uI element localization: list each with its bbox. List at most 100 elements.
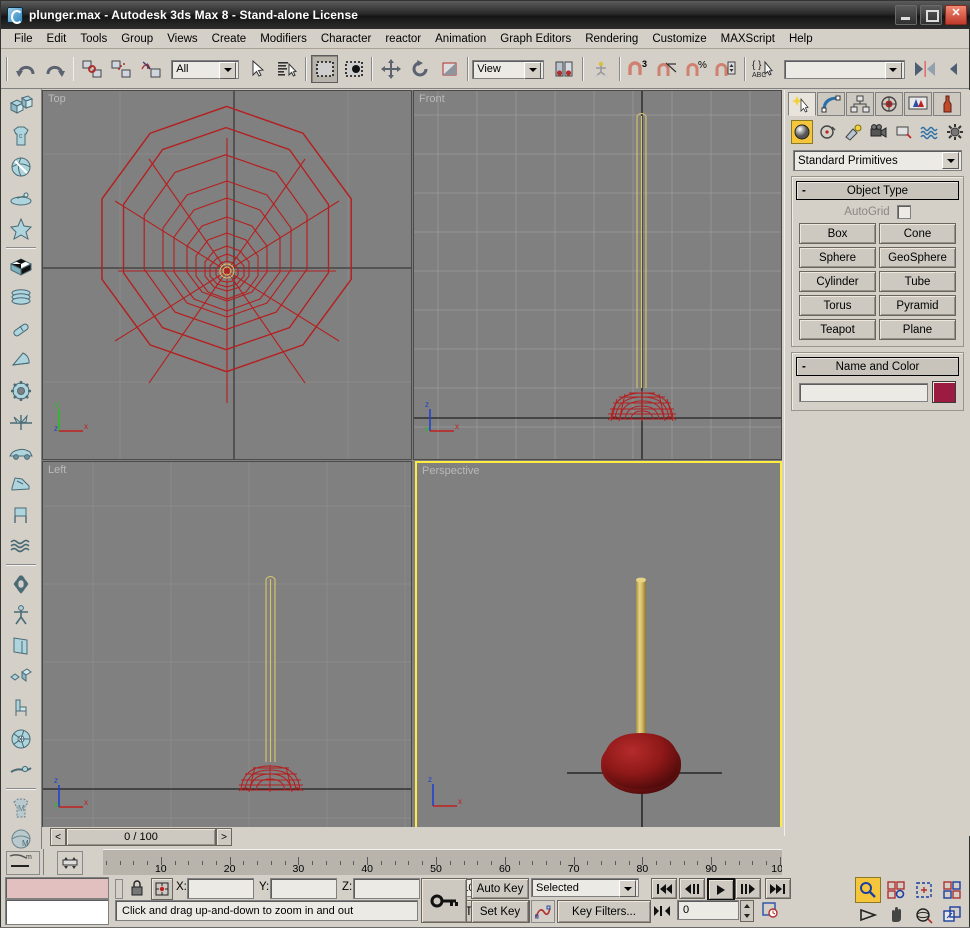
shapes-icon-button[interactable] xyxy=(7,531,35,561)
particle-systems-icon-button[interactable] xyxy=(7,183,35,213)
utilities-tab-icon[interactable] xyxy=(933,92,961,116)
menu-item-views[interactable]: Views xyxy=(160,31,204,47)
parameter-curve-icon[interactable] xyxy=(531,900,555,923)
snaps-toggle-3d-icon[interactable]: 3 xyxy=(625,55,652,83)
vehicles-icon-button[interactable] xyxy=(7,469,35,499)
primitive-button-cylinder[interactable]: Cylinder xyxy=(799,271,876,292)
named-selection-sets-icon[interactable]: { }ABC xyxy=(750,55,777,83)
pan-hand-icon[interactable] xyxy=(883,902,909,928)
menu-item-maxscript[interactable]: MAXScript xyxy=(714,31,782,47)
reference-coordinate-dropdown[interactable]: View xyxy=(472,60,544,79)
menu-item-modifiers[interactable]: Modifiers xyxy=(253,31,314,47)
nurbs-surfaces-icon-button[interactable] xyxy=(7,252,35,282)
unlink-selection-icon[interactable] xyxy=(108,55,135,83)
script-listener-pink-pane[interactable] xyxy=(5,877,109,899)
close-button[interactable]: ✕ xyxy=(945,5,967,25)
play-animation-icon[interactable] xyxy=(707,878,735,901)
angle-snap-toggle-icon[interactable] xyxy=(654,55,681,83)
primitive-button-torus[interactable]: Torus xyxy=(799,295,876,316)
key-filters-button[interactable]: Key Filters... xyxy=(557,900,651,923)
space-warps-icon-button[interactable] xyxy=(7,724,35,754)
walls-icon-button[interactable] xyxy=(7,376,35,406)
chevron-down-icon[interactable] xyxy=(219,62,236,79)
maximize-button[interactable] xyxy=(920,5,942,25)
sound-icon-button[interactable] xyxy=(7,500,35,530)
time-slider[interactable]: 0 / 100 xyxy=(66,828,216,846)
hierarchy-tab-icon[interactable] xyxy=(846,92,874,116)
align-icon[interactable] xyxy=(941,55,968,83)
chevron-down-icon[interactable] xyxy=(619,880,636,897)
hair-icon-button[interactable]: M xyxy=(7,793,35,823)
extended-primitives-icon-button[interactable]: c xyxy=(7,121,35,151)
next-frame-button[interactable]: > xyxy=(216,828,232,846)
systems-icon[interactable] xyxy=(944,120,966,144)
previous-frame-icon[interactable] xyxy=(679,878,705,899)
minimize-button[interactable] xyxy=(895,5,917,25)
select-by-name-icon[interactable] xyxy=(274,55,301,83)
windows-icon-button[interactable] xyxy=(7,314,35,344)
menu-item-help[interactable]: Help xyxy=(782,31,820,47)
cameras-icon[interactable] xyxy=(867,120,889,144)
menu-item-create[interactable]: Create xyxy=(205,31,254,47)
create-tab-icon[interactable] xyxy=(788,92,816,116)
auto-key-button[interactable]: Auto Key xyxy=(471,878,529,899)
collapse-toggle[interactable]: - xyxy=(802,185,806,197)
menu-item-file[interactable]: File xyxy=(7,31,40,47)
extended-splines-icon-button[interactable] xyxy=(7,600,35,630)
selection-lock-bar-icon[interactable] xyxy=(115,879,123,899)
key-mode-icon[interactable] xyxy=(651,902,673,920)
zoom-all-icon[interactable] xyxy=(883,877,909,903)
helpers-icon[interactable] xyxy=(893,120,915,144)
zoom-icon[interactable] xyxy=(855,877,881,903)
lock-selection-icon[interactable] xyxy=(127,878,147,898)
autogrid-checkbox[interactable] xyxy=(897,205,911,219)
menu-item-customize[interactable]: Customize xyxy=(645,31,713,47)
category-dropdown[interactable]: Standard Primitives xyxy=(793,150,962,171)
mirror-objects-icon[interactable] xyxy=(911,55,939,83)
absolute-relative-transform-icon[interactable] xyxy=(151,878,173,900)
shapes-icon[interactable] xyxy=(816,120,838,144)
space-warps-icon[interactable] xyxy=(918,120,940,144)
compound-objects-icon-button[interactable] xyxy=(7,152,35,182)
lights-icon-button[interactable] xyxy=(7,631,35,661)
modify-tab-icon[interactable] xyxy=(817,92,845,116)
motion-tab-icon[interactable] xyxy=(875,92,903,116)
z-field[interactable] xyxy=(353,878,420,899)
menu-item-character[interactable]: Character xyxy=(314,31,379,47)
time-configuration-icon[interactable] xyxy=(759,900,781,920)
menu-item-group[interactable]: Group xyxy=(114,31,160,47)
select-and-uniform-scale-icon[interactable] xyxy=(436,55,463,83)
aec-objects-icon-button[interactable] xyxy=(7,407,35,437)
geometry-icon[interactable] xyxy=(791,120,813,144)
window-crossing-icon[interactable] xyxy=(340,55,367,83)
dynamics-objects-icon-button[interactable] xyxy=(7,438,35,468)
patch-grids-icon-button[interactable] xyxy=(7,214,35,244)
set-key-button[interactable]: Set Key xyxy=(471,900,529,923)
x-field[interactable] xyxy=(187,878,254,899)
field-of-view-icon[interactable] xyxy=(855,902,881,928)
use-pivot-point-center-icon[interactable] xyxy=(550,55,577,83)
undo-icon[interactable] xyxy=(12,55,39,83)
key-mode-toggle-icon[interactable] xyxy=(421,878,467,923)
viewport-left[interactable]: Left z x y xyxy=(42,461,412,836)
chevron-down-icon[interactable] xyxy=(942,152,959,169)
primitive-button-box[interactable]: Box xyxy=(799,223,876,244)
script-listener-white-pane[interactable] xyxy=(5,899,109,925)
select-and-rotate-icon[interactable] xyxy=(407,55,434,83)
open-mini-curve-editor-icon[interactable] xyxy=(57,851,83,875)
next-frame-icon[interactable] xyxy=(735,878,761,899)
previous-frame-button[interactable]: < xyxy=(50,828,66,846)
lights-icon[interactable] xyxy=(842,120,864,144)
redo-icon[interactable] xyxy=(41,55,68,83)
primitive-button-teapot[interactable]: Teapot xyxy=(799,319,876,340)
track-bar[interactable]: 102030405060708090100 xyxy=(42,849,782,876)
chevron-down-icon[interactable] xyxy=(885,62,902,79)
y-field[interactable] xyxy=(270,878,337,899)
standard-primitives-icon-button[interactable] xyxy=(7,90,35,120)
splines-icon-button[interactable] xyxy=(7,569,35,599)
bind-to-space-warp-icon[interactable] xyxy=(137,55,164,83)
name-and-color-header[interactable]: - Name and Color xyxy=(796,357,959,376)
rectangular-selection-region-icon[interactable] xyxy=(311,55,338,83)
primitive-button-cone[interactable]: Cone xyxy=(879,223,956,244)
percent-snap-toggle-icon[interactable]: % xyxy=(683,55,710,83)
